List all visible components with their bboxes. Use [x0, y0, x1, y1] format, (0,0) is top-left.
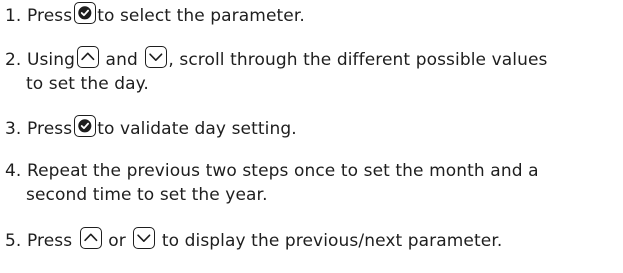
chevron-down-icon	[133, 227, 156, 249]
step-1: 1. Press to select the parameter.	[5, 2, 617, 28]
step-number: 3.	[5, 119, 22, 139]
step-text: Press	[26, 6, 73, 26]
step-text-continued: to set the day.	[26, 74, 149, 94]
step-text: Press	[26, 231, 73, 251]
step-number: 2.	[5, 50, 22, 70]
step-4: 4. Repeat the previous two steps once to…	[5, 159, 617, 207]
step-number: 5.	[5, 231, 22, 251]
step-text: or	[108, 231, 126, 251]
step-3: 3. Press to validate day setting.	[5, 115, 617, 141]
step-2: 2. Using and , scroll through the differ…	[5, 46, 617, 96]
check-circle-icon	[74, 2, 97, 24]
step-text: and	[105, 50, 138, 70]
step-text-continued: second time to set the year.	[26, 185, 268, 205]
step-number: 4.	[5, 161, 22, 181]
step-5: 5. Press or to display the previous/next…	[5, 227, 617, 253]
step-text: Press	[26, 119, 73, 139]
step-text: to validate day setting.	[97, 119, 297, 139]
chevron-up-icon	[79, 227, 102, 249]
step-text: to select the parameter.	[97, 6, 305, 26]
check-circle-icon	[74, 115, 97, 137]
step-text: to display the previous/next parameter.	[161, 231, 503, 251]
chevron-down-icon	[145, 46, 168, 68]
instruction-list: 1. Press to select the parameter. 2. Usin…	[0, 0, 623, 273]
step-text: Using	[26, 50, 76, 70]
step-number: 1.	[5, 6, 22, 26]
step-text: Repeat the previous two steps once to se…	[26, 161, 539, 181]
step-text: , scroll through the different possible …	[168, 50, 548, 70]
chevron-up-icon	[77, 46, 100, 68]
